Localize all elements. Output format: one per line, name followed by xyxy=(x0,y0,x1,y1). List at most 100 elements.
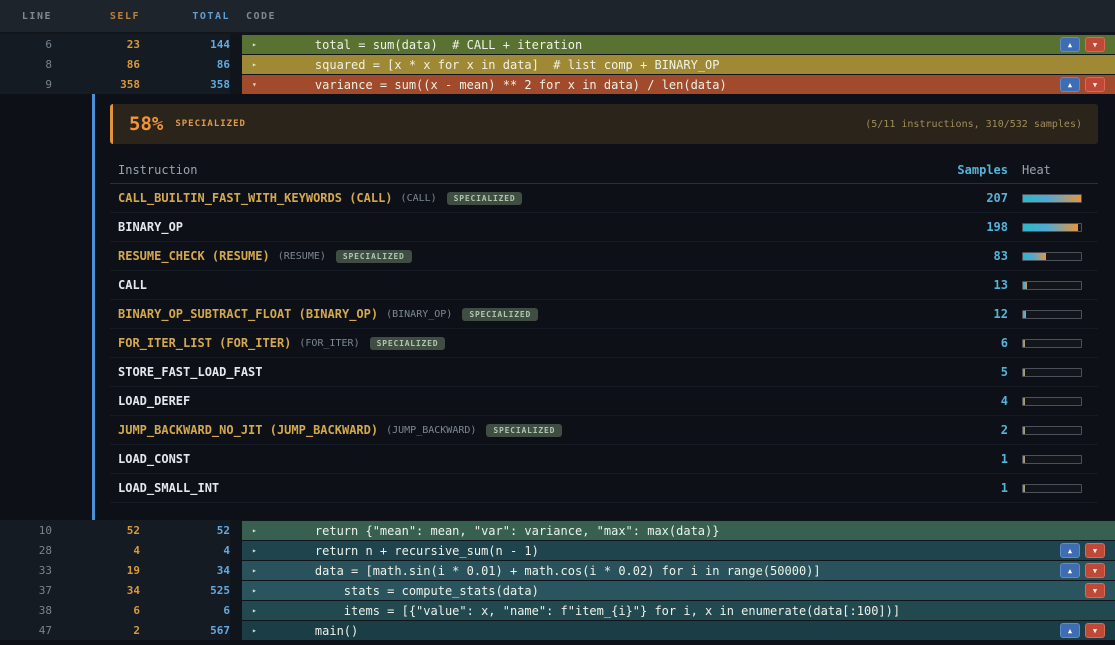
expand-triangle-icon[interactable]: ▸ xyxy=(252,606,264,615)
instruction-base-name: (JUMP_BACKWARD) xyxy=(386,425,476,436)
total-samples: 52 xyxy=(140,524,230,537)
line-number: 10 xyxy=(0,524,52,537)
heat-bar-fill xyxy=(1023,456,1025,463)
instruction-base-name: (CALL) xyxy=(401,193,437,204)
expanded-line-detail: 58% SPECIALIZED (5/11 instructions, 310/… xyxy=(0,94,1115,520)
heat-bar xyxy=(1022,281,1098,290)
heat-bar-track xyxy=(1022,397,1082,406)
navigate-down-button[interactable]: ▼ xyxy=(1085,623,1105,638)
code-heat-bar[interactable]: ▾ variance = sum((x - mean) ** 2 for x i… xyxy=(242,75,1115,94)
heat-bar-track xyxy=(1022,484,1082,493)
self-samples: 23 xyxy=(52,38,140,51)
heat-bar xyxy=(1022,368,1098,377)
instruction-samples: 6 xyxy=(928,336,1008,350)
expand-triangle-icon[interactable]: ▸ xyxy=(252,40,264,49)
heat-bar-track xyxy=(1022,426,1082,435)
heat-bar xyxy=(1022,310,1098,319)
total-samples: 34 xyxy=(140,564,230,577)
code-heat-bar[interactable]: ▸ total = sum(data) # CALL + iteration ▲… xyxy=(242,35,1115,54)
instruction-name: RESUME_CHECK (RESUME) xyxy=(118,249,270,263)
instruction-name: LOAD_SMALL_INT xyxy=(118,481,219,495)
source-code: squared = [x * x for x in data] # list c… xyxy=(286,58,719,72)
instruction-row: BINARY_OP_SUBTRACT_FLOAT (BINARY_OP) (BI… xyxy=(110,300,1098,329)
line-number: 47 xyxy=(0,624,52,637)
expand-triangle-icon[interactable]: ▸ xyxy=(252,626,264,635)
expand-triangle-icon[interactable]: ▸ xyxy=(252,60,264,69)
instruction-name: FOR_ITER_LIST (FOR_ITER) xyxy=(118,336,291,350)
source-code: variance = sum((x - mean) ** 2 for x in … xyxy=(286,78,727,92)
navigate-up-button[interactable]: ▲ xyxy=(1060,563,1080,578)
source-code: return n + recursive_sum(n - 1) xyxy=(286,544,539,558)
code-heat-bar[interactable]: ▸ items = [{"value": x, "name": f"item_{… xyxy=(242,601,1115,620)
instruction-row: CALL 13 xyxy=(110,271,1098,300)
navigate-down-button[interactable]: ▼ xyxy=(1085,37,1105,52)
heat-bar xyxy=(1022,339,1098,348)
code-rows-top: 6 23 144 ▸ total = sum(data) # CALL + it… xyxy=(0,34,1115,94)
expand-triangle-icon[interactable]: ▸ xyxy=(252,526,264,535)
navigate-up-button[interactable]: ▲ xyxy=(1060,623,1080,638)
self-samples: 358 xyxy=(52,78,140,91)
line-number: 28 xyxy=(0,544,52,557)
total-samples: 144 xyxy=(140,38,230,51)
navigate-down-button[interactable]: ▼ xyxy=(1085,77,1105,92)
instruction-base-name: (RESUME) xyxy=(278,251,326,262)
instruction-samples: 83 xyxy=(928,249,1008,263)
source-code: items = [{"value": x, "name": f"item_{i}… xyxy=(286,604,900,618)
self-samples: 86 xyxy=(52,58,140,71)
instruction-row: LOAD_CONST 1 xyxy=(110,445,1098,474)
self-samples: 19 xyxy=(52,564,140,577)
code-line-row: 10 52 52 ▸ return {"mean": mean, "var": … xyxy=(0,520,1115,540)
code-heat-bar[interactable]: ▸ squared = [x * x for x in data] # list… xyxy=(242,55,1115,74)
heat-bar-track xyxy=(1022,455,1082,464)
specialization-summary-text: (5/11 instructions, 310/532 samples) xyxy=(865,119,1082,130)
total-samples: 358 xyxy=(140,78,230,91)
navigate-down-button[interactable]: ▼ xyxy=(1085,543,1105,558)
heat-bar-fill xyxy=(1023,282,1027,289)
heat-bar-track xyxy=(1022,194,1082,203)
source-code: stats = compute_stats(data) xyxy=(286,584,539,598)
code-heat-bar[interactable]: ▸ return {"mean": mean, "var": variance,… xyxy=(242,521,1115,540)
heat-bar xyxy=(1022,194,1098,203)
code-line-row: 38 6 6 ▸ items = [{"value": x, "name": f… xyxy=(0,600,1115,620)
heat-column-header: Heat xyxy=(1022,163,1098,177)
code-line-row: 28 4 4 ▸ return n + recursive_sum(n - 1)… xyxy=(0,540,1115,560)
code-line-row: 33 19 34 ▸ data = [math.sin(i * 0.01) + … xyxy=(0,560,1115,580)
code-heat-bar[interactable]: ▸ main() ▲ ▼ xyxy=(242,621,1115,640)
instruction-samples: 4 xyxy=(928,394,1008,408)
specialized-badge: SPECIALIZED xyxy=(486,424,562,437)
expansion-connector-line xyxy=(92,94,95,520)
expand-triangle-icon[interactable]: ▸ xyxy=(252,546,264,555)
heat-bar-track xyxy=(1022,281,1082,290)
navigate-up-button[interactable]: ▲ xyxy=(1060,37,1080,52)
line-number: 9 xyxy=(0,78,52,91)
heat-bar-fill xyxy=(1023,311,1026,318)
total-samples: 567 xyxy=(140,624,230,637)
instruction-row: JUMP_BACKWARD_NO_JIT (JUMP_BACKWARD) (JU… xyxy=(110,416,1098,445)
navigate-up-button[interactable]: ▲ xyxy=(1060,77,1080,92)
expand-triangle-icon[interactable]: ▾ xyxy=(252,80,264,89)
instruction-base-name: (BINARY_OP) xyxy=(386,309,452,320)
navigate-down-button[interactable]: ▼ xyxy=(1085,583,1105,598)
instruction-name: BINARY_OP_SUBTRACT_FLOAT (BINARY_OP) xyxy=(118,307,378,321)
instruction-row: BINARY_OP 198 xyxy=(110,213,1098,242)
instruction-table-header: Instruction Samples Heat xyxy=(110,156,1098,184)
instruction-row: STORE_FAST_LOAD_FAST 5 xyxy=(110,358,1098,387)
instruction-samples: 13 xyxy=(928,278,1008,292)
instruction-samples: 1 xyxy=(928,452,1008,466)
navigate-up-button[interactable]: ▲ xyxy=(1060,543,1080,558)
source-code: return {"mean": mean, "var": variance, "… xyxy=(286,524,719,538)
heat-bar-track xyxy=(1022,310,1082,319)
code-line-row: 8 86 86 ▸ squared = [x * x for x in data… xyxy=(0,54,1115,74)
code-heat-bar[interactable]: ▸ data = [math.sin(i * 0.01) + math.cos(… xyxy=(242,561,1115,580)
specialization-summary-banner: 58% SPECIALIZED (5/11 instructions, 310/… xyxy=(110,104,1098,144)
expand-triangle-icon[interactable]: ▸ xyxy=(252,586,264,595)
navigate-down-button[interactable]: ▼ xyxy=(1085,563,1105,578)
code-heat-bar[interactable]: ▸ return n + recursive_sum(n - 1) ▲ ▼ xyxy=(242,541,1115,560)
instruction-base-name: (FOR_ITER) xyxy=(299,338,359,349)
source-code: main() xyxy=(286,624,358,638)
code-heat-bar[interactable]: ▸ stats = compute_stats(data) ▲ ▼ xyxy=(242,581,1115,600)
self-samples: 6 xyxy=(52,604,140,617)
heat-bar xyxy=(1022,455,1098,464)
instruction-name: CALL xyxy=(118,278,147,292)
expand-triangle-icon[interactable]: ▸ xyxy=(252,566,264,575)
